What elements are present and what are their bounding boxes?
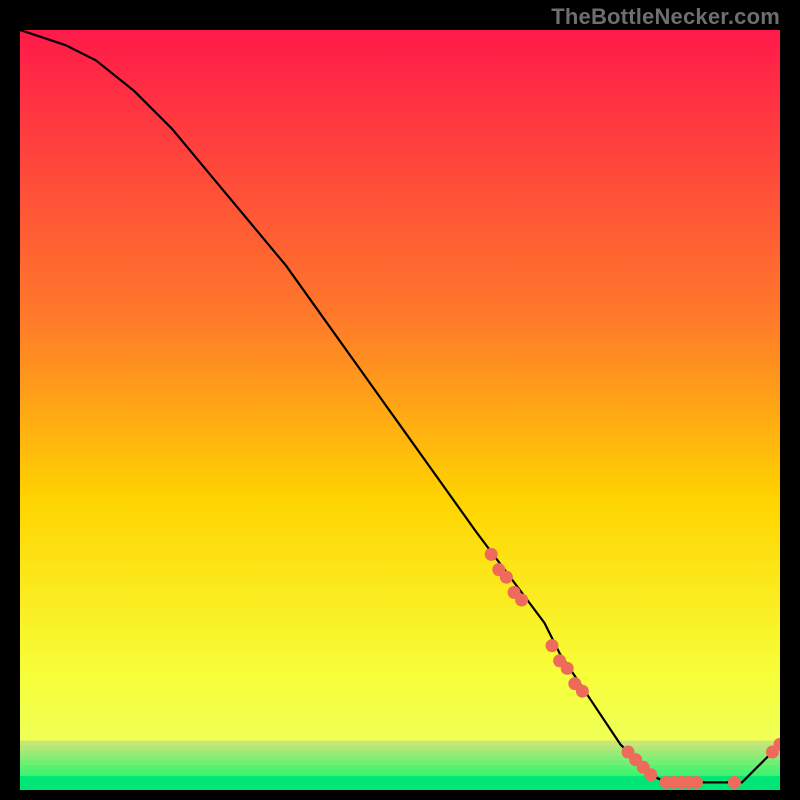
data-marker xyxy=(690,776,703,789)
data-marker xyxy=(576,685,589,698)
data-marker xyxy=(500,571,513,584)
data-marker xyxy=(515,594,528,607)
chart-svg xyxy=(20,30,780,790)
data-marker xyxy=(485,548,498,561)
watermark-text: TheBottleNecker.com xyxy=(551,4,780,30)
chart-plot-area xyxy=(20,30,780,790)
gradient-background xyxy=(20,30,780,790)
data-marker xyxy=(546,639,559,652)
chart-frame: TheBottleNecker.com xyxy=(0,0,800,800)
data-marker xyxy=(644,768,657,781)
data-marker xyxy=(728,776,741,789)
data-marker xyxy=(561,662,574,675)
